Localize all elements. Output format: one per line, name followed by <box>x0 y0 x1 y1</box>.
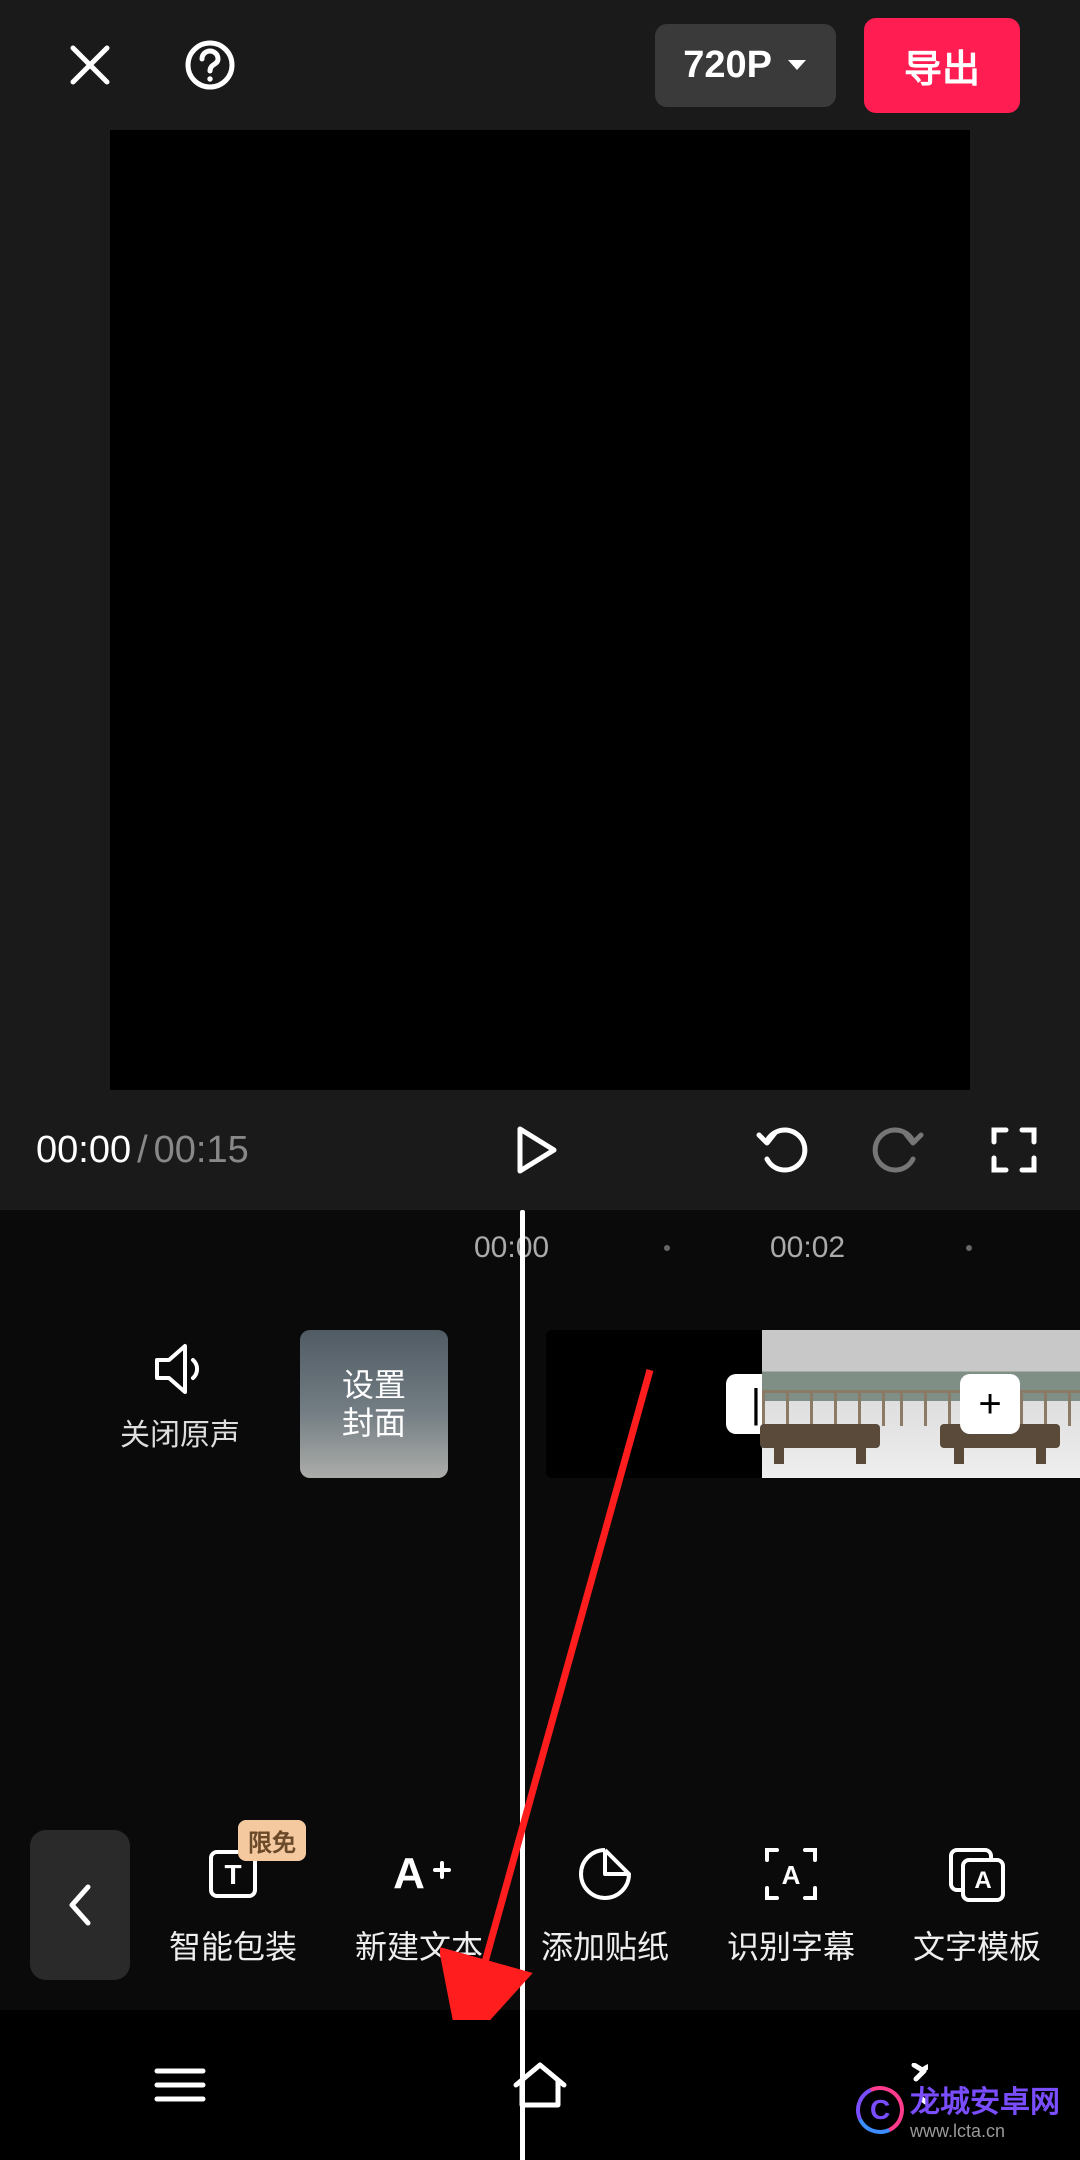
chevron-down-icon <box>786 58 808 72</box>
help-icon <box>184 39 236 91</box>
close-button[interactable] <box>60 35 120 95</box>
fullscreen-button[interactable] <box>984 1120 1044 1180</box>
resolution-selector[interactable]: 720P <box>655 24 836 107</box>
nav-recent-button[interactable] <box>80 2065 280 2105</box>
svg-text:A: A <box>974 1867 991 1894</box>
top-bar: 720P 导出 <box>0 0 1080 130</box>
toolbar-back-button[interactable] <box>30 1830 130 1980</box>
resolution-value: 720P <box>683 44 772 87</box>
svg-text:A: A <box>393 1849 425 1898</box>
sticker-icon <box>577 1846 633 1902</box>
timeline-ruler: 00:00 00:02 <box>0 1210 1080 1286</box>
speaker-icon <box>151 1340 209 1398</box>
nav-home-button[interactable] <box>440 2059 640 2111</box>
tool-label: 智能包装 <box>169 1922 297 1968</box>
chevron-left-icon <box>66 1883 94 1927</box>
tool-smart-package[interactable]: 限免 T 智能包装 <box>148 1842 318 1968</box>
tool-recognize-subtitle[interactable]: A 识别字幕 <box>706 1842 876 1968</box>
playhead[interactable] <box>520 1210 525 2160</box>
mute-label: 关闭原声 <box>120 1410 240 1454</box>
redo-button[interactable] <box>868 1120 928 1180</box>
watermark-line1: 龙城安卓网 <box>910 2086 1060 2119</box>
watermark: C 龙城安卓网 www.lcta.cn <box>856 2077 1060 2142</box>
clip-segment-snow-1 <box>762 1330 900 1478</box>
undo-icon <box>755 1125 809 1175</box>
new-text-icon: A <box>387 1846 451 1902</box>
badge-free: 限免 <box>238 1820 306 1861</box>
tool-label: 添加贴纸 <box>541 1922 669 1968</box>
watermark-logo: C <box>849 2079 911 2141</box>
svg-text:A: A <box>782 1860 801 1890</box>
cover-setting-tile[interactable]: 设置 封面 <box>300 1330 448 1478</box>
undo-button[interactable] <box>752 1120 812 1180</box>
tool-label: 文字模板 <box>913 1922 1041 1968</box>
menu-icon <box>153 2065 207 2105</box>
cover-label: 设置 封面 <box>342 1366 406 1443</box>
video-preview[interactable] <box>110 130 970 1090</box>
close-icon <box>65 40 115 90</box>
bottom-toolbar: 限免 T 智能包装 A 新建文本 <box>0 1800 1080 2010</box>
ruler-dot <box>664 1245 670 1251</box>
tool-label: 新建文本 <box>355 1922 483 1968</box>
video-track: 关闭原声 设置 封面 | + <box>0 1330 1080 1520</box>
export-button[interactable]: 导出 <box>864 18 1020 113</box>
play-icon <box>516 1125 558 1175</box>
tool-add-sticker[interactable]: 添加贴纸 <box>520 1842 690 1968</box>
tool-label: 识别字幕 <box>727 1922 855 1968</box>
recognize-subtitle-icon: A <box>763 1846 819 1902</box>
expand-icon <box>990 1126 1038 1174</box>
tool-text-template[interactable]: A 文字模板 <box>892 1842 1062 1968</box>
transition-glyph: | <box>751 1382 761 1427</box>
add-clip-button[interactable]: + <box>960 1374 1020 1434</box>
redo-icon <box>871 1125 925 1175</box>
clip-strip[interactable]: | + <box>546 1330 1080 1478</box>
export-label: 导出 <box>904 49 980 91</box>
preview-area <box>0 130 1080 1090</box>
clip-segment-snow-2: + <box>900 1330 1080 1478</box>
ruler-dot <box>966 1245 972 1251</box>
ruler-tick-1: 00:02 <box>770 1231 845 1265</box>
plus-glyph: + <box>978 1382 1001 1427</box>
time-total: 00:15 <box>154 1129 249 1172</box>
clip-segment-dark: | <box>546 1330 762 1478</box>
home-icon <box>510 2059 570 2111</box>
help-button[interactable] <box>180 35 240 95</box>
watermark-line2: www.lcta.cn <box>910 2121 1060 2142</box>
time-current: 00:00 <box>36 1129 131 1172</box>
play-button[interactable] <box>507 1120 567 1180</box>
mute-toggle[interactable]: 关闭原声 <box>120 1340 240 1454</box>
time-separator: / <box>137 1129 148 1172</box>
text-template-icon: A <box>947 1846 1007 1902</box>
playback-bar: 00:00 / 00:15 <box>0 1090 1080 1210</box>
ruler-tick-0: 00:00 <box>474 1231 549 1265</box>
svg-text:T: T <box>224 1859 241 1890</box>
tool-new-text[interactable]: A 新建文本 <box>334 1842 504 1968</box>
